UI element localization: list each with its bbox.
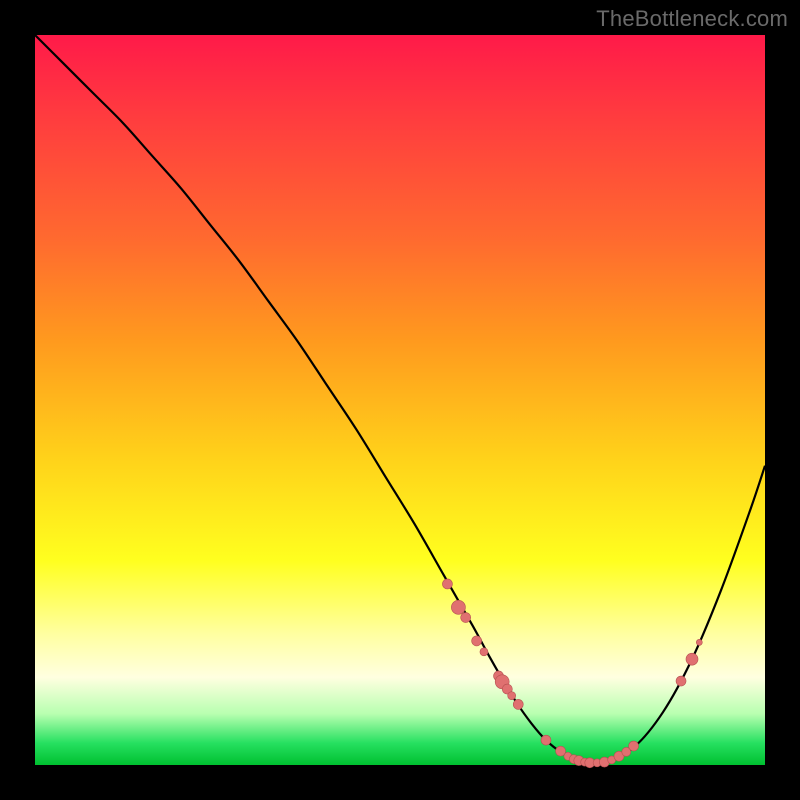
chart-svg bbox=[35, 35, 765, 765]
data-marker bbox=[676, 676, 686, 686]
bottleneck-curve bbox=[35, 35, 765, 764]
data-marker bbox=[686, 653, 698, 665]
data-marker bbox=[513, 699, 523, 709]
chart-frame: TheBottleneck.com bbox=[0, 0, 800, 800]
data-marker bbox=[461, 613, 471, 623]
data-marker bbox=[508, 692, 516, 700]
data-marker bbox=[451, 600, 465, 614]
data-marker bbox=[629, 741, 639, 751]
data-marker bbox=[480, 648, 488, 656]
data-marker bbox=[696, 639, 702, 645]
data-marker bbox=[472, 636, 482, 646]
data-marker bbox=[442, 579, 452, 589]
plot-area bbox=[35, 35, 765, 765]
marker-group bbox=[442, 579, 702, 768]
data-marker bbox=[541, 735, 551, 745]
watermark-text: TheBottleneck.com bbox=[596, 6, 788, 32]
